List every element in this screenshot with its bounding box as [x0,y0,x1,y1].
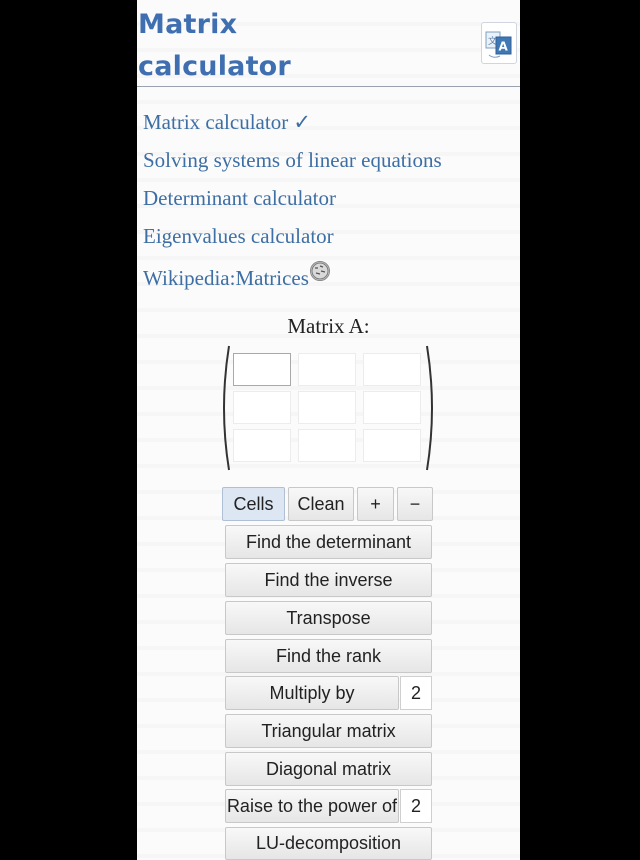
wikipedia-globe-icon [309,261,330,281]
matrix-cell-2-3[interactable] [363,391,421,424]
add-size-button[interactable]: + [357,487,394,521]
matrix-label: Matrix A: [287,314,370,338]
title-line-1: Matrix [138,9,238,40]
multiply-by-button[interactable]: Multiply by [225,676,399,710]
nav-link-eigenvalues[interactable]: Eigenvalues calculator [143,224,334,249]
matrix-cell-3-1[interactable] [233,429,291,462]
svg-text:A: A [499,40,509,54]
matrix-cell-3-3[interactable] [363,429,421,462]
matrix-cell-3-2[interactable] [298,429,356,462]
right-bracket [426,345,433,471]
triangular-matrix-button[interactable]: Triangular matrix [225,714,432,748]
clean-button[interactable]: Clean [288,487,354,521]
transpose-button[interactable]: Transpose [225,601,432,635]
remove-size-button[interactable]: − [397,487,433,521]
find-determinant-button[interactable]: Find the determinant [225,525,432,559]
left-bracket [223,345,230,471]
cells-button[interactable]: Cells [222,487,285,521]
nav-link-wikipedia[interactable]: Wikipedia:Matrices [143,266,309,290]
nav-link-matrix-calculator[interactable]: Matrix calculator ✓ [143,110,311,135]
nav-link-linear-equations[interactable]: Solving systems of linear equations [143,148,442,173]
power-exponent-input[interactable] [400,789,432,823]
diagonal-matrix-button[interactable]: Diagonal matrix [225,752,432,786]
translate-icon: 文 A [485,31,512,58]
nav-link-wikipedia-row: Wikipedia:Matrices [143,261,330,291]
page: Matrix calculator 文 A Matrix calculator … [137,0,520,860]
header-divider [137,86,520,87]
title-line-2: calculator [138,51,291,82]
page-title: Matrix calculator [138,4,291,88]
matrix-cell-1-2[interactable] [298,353,356,386]
language-button[interactable]: 文 A [481,22,517,64]
matrix-cell-1-3[interactable] [363,353,421,386]
matrix-cell-2-2[interactable] [298,391,356,424]
matrix-cell-2-1[interactable] [233,391,291,424]
find-inverse-button[interactable]: Find the inverse [225,563,432,597]
nav-link-determinant[interactable]: Determinant calculator [143,186,336,211]
raise-power-button[interactable]: Raise to the power of [225,789,399,823]
multiply-factor-input[interactable] [400,676,432,710]
lu-decomposition-button[interactable]: LU-decomposition [225,827,432,860]
find-rank-button[interactable]: Find the rank [225,639,432,673]
matrix-cell-1-1[interactable] [233,353,291,386]
